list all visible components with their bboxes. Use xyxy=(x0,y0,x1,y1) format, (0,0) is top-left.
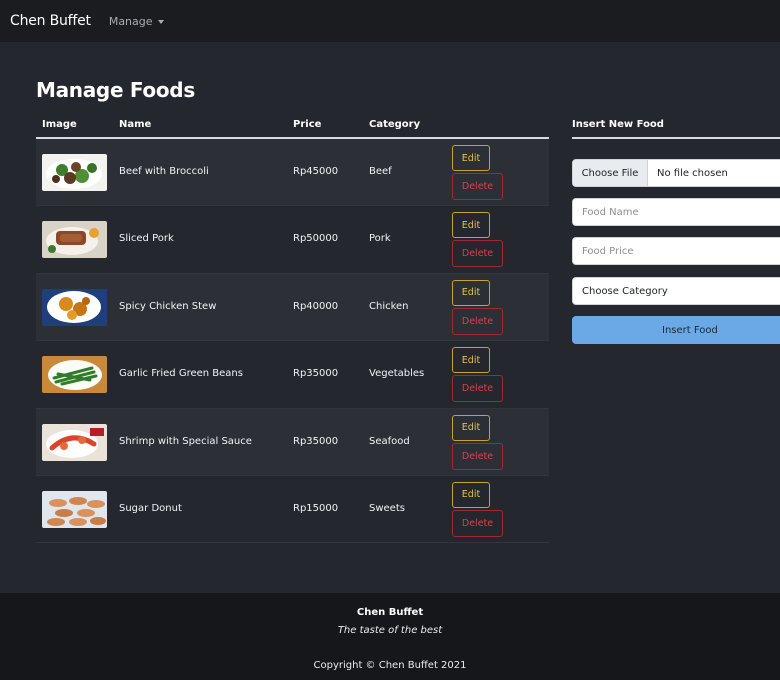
foods-table: Image Name Price Category Beef with Broc… xyxy=(36,115,549,544)
header-price: Price xyxy=(293,119,322,130)
choose-file-button[interactable]: Choose File xyxy=(573,160,648,186)
delete-button[interactable]: Delete xyxy=(452,442,503,470)
table-row: Sliced Pork Rp50000 Pork Edit Delete xyxy=(36,206,549,274)
caret-down-icon xyxy=(157,19,164,24)
food-price: Rp50000 xyxy=(293,233,339,245)
food-name-input[interactable] xyxy=(572,198,780,226)
food-price: Rp40000 xyxy=(293,300,339,312)
food-image-file-input[interactable]: Choose File No file chosen xyxy=(572,159,780,187)
food-thumbnail xyxy=(42,423,107,461)
edit-button[interactable]: Edit xyxy=(452,481,490,508)
food-price: Rp45000 xyxy=(293,166,339,177)
food-price: Rp35000 xyxy=(293,435,339,447)
table-row: Sugar Donut Rp15000 Sweets Edit Delete xyxy=(36,476,549,544)
food-thumbnail xyxy=(42,154,107,191)
delete-button[interactable]: Delete xyxy=(452,240,503,268)
header-image: Image xyxy=(42,119,77,130)
food-name: Shrimp with Special Sauce xyxy=(119,435,252,447)
food-category: Chicken xyxy=(369,300,409,312)
food-name: Garlic Fried Green Beans xyxy=(119,368,243,380)
manage-dropdown-label: Manage xyxy=(108,14,153,28)
edit-button[interactable]: Edit xyxy=(452,212,490,239)
delete-button[interactable]: Delete xyxy=(452,307,503,335)
food-category: Seafood xyxy=(369,435,410,447)
food-category: Sweets xyxy=(369,502,405,514)
delete-button[interactable]: Delete xyxy=(452,375,503,403)
category-select-value: Choose Category xyxy=(582,285,668,297)
manage-dropdown[interactable]: Manage xyxy=(109,15,164,28)
table-row: Spicy Chicken Stew Rp40000 Chicken Edit … xyxy=(36,273,549,342)
food-thumbnail xyxy=(42,490,107,528)
food-category: Beef xyxy=(369,166,392,177)
table-row: Beef with Broccoli Rp45000 Beef Edit Del… xyxy=(36,139,549,207)
footer-brand: Chen Buffet xyxy=(356,607,424,618)
food-thumbnail xyxy=(42,221,107,259)
insert-form-title: Insert New Food xyxy=(572,119,664,130)
insert-food-button[interactable]: Insert Food xyxy=(572,316,780,344)
delete-button[interactable]: Delete xyxy=(452,173,503,200)
navbar-brand[interactable]: Chen Buffet xyxy=(10,13,91,29)
food-name: Sugar Donut xyxy=(119,502,182,514)
edit-button[interactable]: Edit xyxy=(452,414,490,441)
edit-button[interactable]: Edit xyxy=(452,347,490,374)
edit-button[interactable]: Edit xyxy=(452,279,490,306)
category-select[interactable]: Choose Category xyxy=(572,277,780,305)
footer-copyright: Copyright © Chen Buffet 2021 xyxy=(313,660,467,671)
header-category: Category xyxy=(369,119,421,130)
table-row: Shrimp with Special Sauce Rp35000 Seafoo… xyxy=(36,408,549,476)
edit-button[interactable]: Edit xyxy=(452,145,490,171)
food-category: Vegetables xyxy=(369,368,425,380)
food-price: Rp15000 xyxy=(293,502,339,514)
food-price: Rp35000 xyxy=(293,368,339,380)
footer-tagline: The taste of the best xyxy=(337,625,443,636)
food-category: Pork xyxy=(369,233,391,245)
food-name: Spicy Chicken Stew xyxy=(119,300,217,312)
delete-button[interactable]: Delete xyxy=(452,509,503,537)
page-title: Manage Foods xyxy=(36,78,195,102)
header-name: Name xyxy=(119,119,152,130)
navbar: Chen Buffet Manage xyxy=(0,0,780,42)
file-status: No file chosen xyxy=(657,167,728,179)
food-name: Beef with Broccoli xyxy=(119,166,209,177)
food-thumbnail xyxy=(42,356,107,394)
food-name: Sliced Pork xyxy=(119,233,174,245)
insert-food-form: Insert New Food Choose File No file chos… xyxy=(572,115,780,344)
food-price-input[interactable] xyxy=(572,237,780,265)
footer: Chen Buffet The taste of the best Copyri… xyxy=(0,593,780,680)
food-thumbnail xyxy=(42,288,107,326)
table-header: Image Name Price Category xyxy=(36,115,549,139)
insert-form-header: Insert New Food xyxy=(572,115,780,139)
table-row: Garlic Fried Green Beans Rp35000 Vegetab… xyxy=(36,341,549,409)
